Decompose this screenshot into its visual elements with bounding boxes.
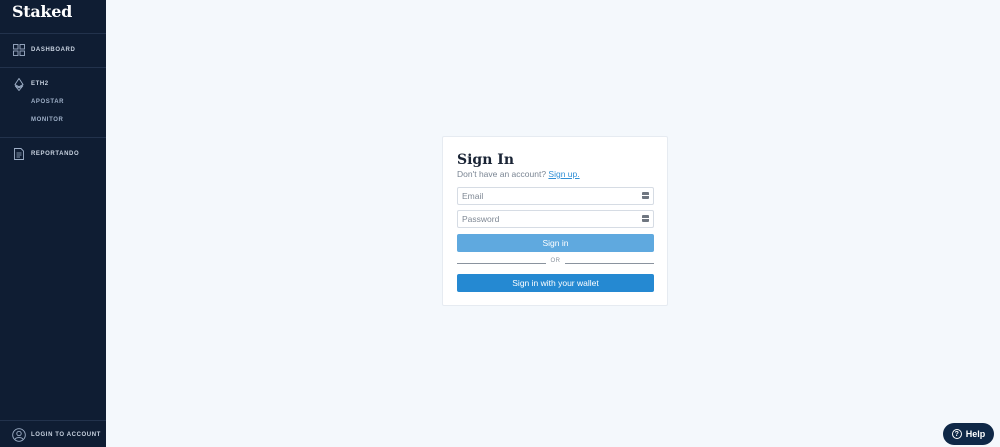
sidebar-item-monitor[interactable]: MONITOR — [0, 111, 106, 129]
staked-logo[interactable]: Staked — [12, 2, 72, 21]
app: Staked DASHBOARD ETH2 APOSTAR MONITOR RE… — [0, 0, 1000, 447]
grid-icon — [12, 44, 25, 57]
document-icon — [12, 148, 25, 161]
help-label: Help — [965, 429, 986, 439]
sidebar-item-apostar[interactable]: APOSTAR — [0, 93, 106, 111]
signin-button[interactable]: Sign in — [457, 234, 654, 252]
autofill-icon[interactable] — [642, 215, 649, 222]
sidebar-divider — [0, 137, 106, 138]
sidebar: Staked DASHBOARD ETH2 APOSTAR MONITOR RE… — [0, 0, 106, 447]
sidebar-item-label: REPORTANDO — [31, 151, 80, 157]
ethereum-icon — [12, 77, 25, 91]
sidebar-divider — [0, 420, 106, 421]
autofill-icon[interactable] — [642, 192, 649, 199]
login-to-account-link[interactable]: LOGIN TO ACCOUNT — [0, 426, 106, 444]
sidebar-item-label: DASHBOARD — [31, 47, 76, 53]
page-title: Sign In — [457, 152, 514, 168]
email-field[interactable] — [458, 188, 638, 204]
question-icon: ? — [951, 429, 962, 439]
sidebar-item-eth2[interactable]: ETH2 — [0, 75, 106, 93]
sidebar-item-label: ETH2 — [31, 81, 49, 87]
signin-card: Sign In Don't have an account? Sign up. … — [442, 136, 668, 306]
or-divider: OR — [457, 258, 654, 268]
sidebar-item-reportando[interactable]: REPORTANDO — [0, 145, 106, 163]
or-divider-line — [565, 263, 654, 264]
sidebar-divider — [0, 67, 106, 68]
login-to-account-label: LOGIN TO ACCOUNT — [31, 432, 101, 438]
sidebar-divider — [0, 33, 106, 34]
main-content: Sign In Don't have an account? Sign up. … — [106, 0, 1000, 447]
help-button[interactable]: ? Help — [943, 423, 994, 445]
password-field-wrapper — [457, 210, 654, 228]
signup-prompt: Don't have an account? Sign up. — [457, 169, 580, 179]
wallet-signin-button[interactable]: Sign in with your wallet — [457, 274, 654, 292]
no-account-text: Don't have an account? — [457, 169, 547, 179]
password-field[interactable] — [458, 211, 638, 227]
user-circle-icon — [12, 428, 26, 442]
email-field-wrapper — [457, 187, 654, 205]
signup-link[interactable]: Sign up. — [548, 169, 579, 179]
sidebar-item-dashboard[interactable]: DASHBOARD — [0, 41, 106, 59]
sidebar-item-label: MONITOR — [31, 117, 64, 123]
sidebar-item-label: APOSTAR — [31, 99, 65, 105]
